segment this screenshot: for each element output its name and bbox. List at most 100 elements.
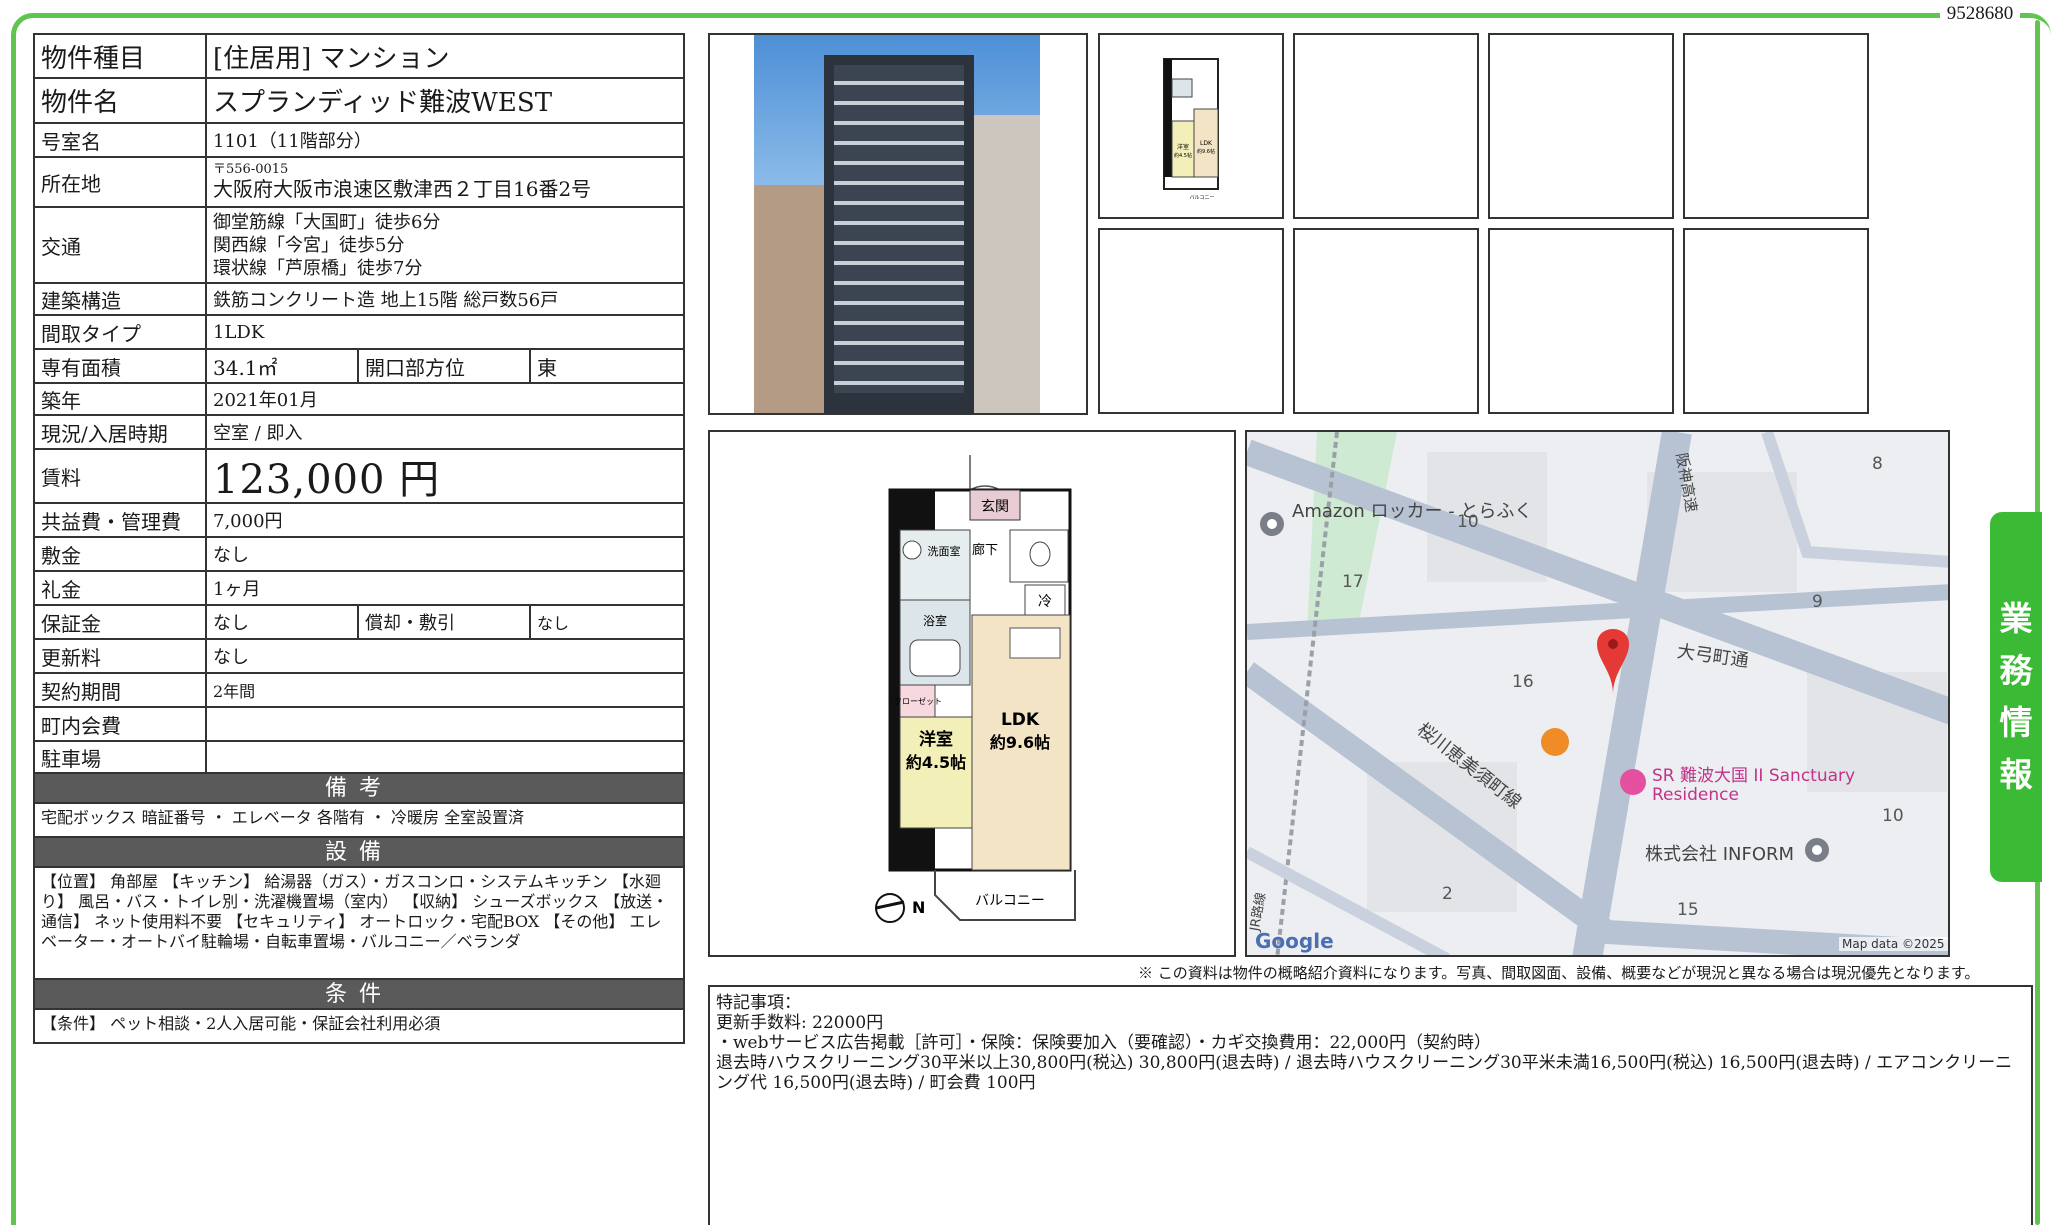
thumbnail-empty[interactable]: [1098, 228, 1284, 414]
rent-value: 123,000 円: [213, 457, 441, 503]
status-value: 空室 / 即入: [213, 423, 303, 444]
row-layout: 間取タイプ 1LDK: [35, 316, 683, 350]
structure-label: 建築構造: [35, 284, 207, 314]
row-name: 物件名 スプランディッド難波WEST: [35, 79, 683, 124]
facing-value: 東: [529, 350, 683, 382]
fp-entrance: 玄関: [981, 498, 1009, 515]
layout-value: 1LDK: [213, 321, 265, 343]
fee-label: 共益費・管理費: [35, 504, 207, 536]
fp-fridge: 冷: [1038, 594, 1052, 610]
layout-label: 間取タイプ: [35, 316, 207, 348]
thumb-room1: 洋室: [1177, 143, 1189, 151]
hotel-icon[interactable]: [1620, 769, 1646, 795]
remarks-text: 宅配ボックス 暗証番号 ・ エレベータ 各階有 ・ 冷暖房 全室設置済: [35, 804, 683, 838]
row-term: 契約期間 2年間: [35, 674, 683, 708]
conditions-text: 【条件】 ペット相談・2人入居可能・保証会社利用必須: [41, 1014, 441, 1033]
thumbnail-floorplan[interactable]: 洋室 約4.5帖 LDK 約9.6帖 バルコニー: [1098, 33, 1284, 219]
fp-room1: 洋室: [919, 729, 953, 750]
map-block-number: 16: [1512, 672, 1534, 692]
thumb-balcony: バルコニー: [1190, 195, 1215, 201]
fp-balcony: バルコニー: [975, 893, 1045, 909]
map-place-sr-namba[interactable]: SR 難波大国 II Sanctuary Residence: [1652, 767, 1882, 805]
special-notes-line: 退去時ハウスクリーニング30平米以上30,800円(税込) 30,800円(退去…: [716, 1053, 2013, 1093]
row-guarantee: 保証金 なし 償却・敷引 なし: [35, 606, 683, 640]
map-block-number: 2: [1442, 884, 1453, 904]
row-deposit: 敷金 なし: [35, 538, 683, 572]
term-label: 契約期間: [35, 674, 207, 706]
business-info-tab[interactable]: 業 務 情 報: [1990, 512, 2042, 882]
floorplan-thumbnail-icon: 洋室 約4.5帖 LDK 約9.6帖 バルコニー: [1163, 58, 1219, 201]
row-key-money: 礼金 1ヶ月: [35, 572, 683, 606]
tab-char: 情: [1999, 703, 2033, 742]
special-notes-line: ・webサービス広告掲載［許可］・保険：保険要加入（要確認）・カギ交換費用：22…: [716, 1033, 1491, 1053]
property-spec-table: 物件種目 [住居用] マンション 物件名 スプランディッド難波WEST 号室名 …: [33, 33, 685, 1044]
type-label: 物件種目: [35, 35, 207, 77]
row-town-fee: 町内会費: [35, 708, 683, 742]
map-place-inform[interactable]: 株式会社 INFORM: [1645, 840, 1794, 866]
address-value: 大阪府大阪市浪速区敷津西２丁目16番2号: [213, 177, 592, 201]
thumbnail-empty[interactable]: [1293, 33, 1479, 219]
tab-char: 務: [1999, 651, 2033, 690]
town-fee-label: 町内会費: [35, 708, 207, 740]
fee-value: 7,000円: [213, 511, 283, 532]
facing-label: 開口部方位: [357, 350, 529, 382]
postal-code: 〒556-0015: [213, 162, 289, 177]
renewal-value: なし: [213, 647, 249, 668]
room-value: 1101（11階部分）: [213, 131, 372, 152]
row-type: 物件種目 [住居用] マンション: [35, 35, 683, 79]
row-renewal: 更新料 なし: [35, 640, 683, 674]
conditions-section-title: 条件: [35, 980, 683, 1010]
rent-label: 賃料: [35, 450, 207, 502]
fp-room1-size: 約4.5帖: [906, 753, 966, 772]
parking-label: 駐車場: [35, 742, 207, 772]
thumbnail-empty[interactable]: [1488, 228, 1674, 414]
deposit-value: なし: [213, 545, 249, 566]
thumb-room1-size: 約4.5帖: [1174, 152, 1192, 159]
amortization-label: 償却・敷引: [357, 606, 529, 638]
equipment-text: 【位置】 角部屋 【キッチン】 給湯器（ガス）・ガスコンロ・システムキッチン 【…: [35, 868, 683, 980]
name-label: 物件名: [35, 79, 207, 122]
thumbnail-empty[interactable]: [1293, 228, 1479, 414]
row-room: 号室名 1101（11階部分）: [35, 124, 683, 158]
equipment-section-title: 設備: [35, 838, 683, 868]
key-money-value: 1ヶ月: [213, 579, 261, 600]
row-area: 専有面積 34.1㎡ 開口部方位 東: [35, 350, 683, 384]
fp-north: N: [912, 898, 925, 917]
restaurant-icon[interactable]: [1541, 728, 1569, 756]
map-block-number: 17: [1342, 572, 1364, 592]
fp-room2-size: 約9.6帖: [990, 733, 1050, 752]
row-structure: 建築構造 鉄筋コンクリート造 地上15階 総戸数56戸: [35, 284, 683, 316]
term-value: 2年間: [213, 682, 256, 701]
access-label: 交通: [35, 208, 207, 282]
thumbnail-empty[interactable]: [1488, 33, 1674, 219]
google-logo: Google: [1255, 929, 1334, 953]
special-notes: 特記事項： 更新手数料: 22000円 ・webサービス広告掲載［許可］・保険：…: [708, 985, 2033, 1225]
fp-closet: クローゼット: [894, 696, 942, 706]
special-notes-title: 特記事項：: [716, 993, 801, 1013]
town-fee-value: [207, 708, 683, 740]
thumbnail-empty[interactable]: [1683, 228, 1869, 414]
guarantee-value: なし: [213, 613, 249, 634]
built-label: 築年: [35, 384, 207, 414]
location-map[interactable]: Amazon ロッカー - とらふく SR 難波大国 II Sanctuary …: [1245, 430, 1950, 957]
map-place-amazon[interactable]: Amazon ロッカー - とらふく: [1292, 502, 1532, 522]
map-block-number: 15: [1677, 900, 1699, 920]
map-block-number: 10: [1882, 806, 1904, 826]
thumbnail-empty[interactable]: [1683, 33, 1869, 219]
remarks-section-title: 備考: [35, 774, 683, 804]
area-value: 34.1㎡: [213, 355, 278, 380]
access-line: 環状線「芦原橋」徒歩7分: [213, 257, 423, 279]
guarantee-label: 保証金: [35, 606, 207, 638]
row-parking: 駐車場: [35, 742, 683, 774]
floorplan-image[interactable]: 玄関 洗面室 廊下 冷 浴室 クローゼット 洋室 約4.5帖 LDK 約9.6帖…: [860, 450, 1100, 940]
disclaimer: ※ この資料は物件の概略紹介資料になります。写真、間取図面、設備、概要などが現況…: [1138, 964, 1980, 982]
built-value: 2021年01月: [213, 390, 318, 411]
row-fee: 共益費・管理費 7,000円: [35, 504, 683, 538]
tab-char: 業: [1999, 599, 2033, 638]
fp-bath: 浴室: [923, 613, 947, 628]
building-photo[interactable]: [754, 35, 1040, 413]
document-id: 9528680: [1940, 2, 2020, 26]
room-label: 号室名: [35, 124, 207, 156]
map-attribution[interactable]: Map data ©2025: [1839, 937, 1948, 951]
row-access: 交通 御堂筋線「大国町」徒歩6分 関西線「今宮」徒歩5分 環状線「芦原橋」徒歩7…: [35, 208, 683, 284]
